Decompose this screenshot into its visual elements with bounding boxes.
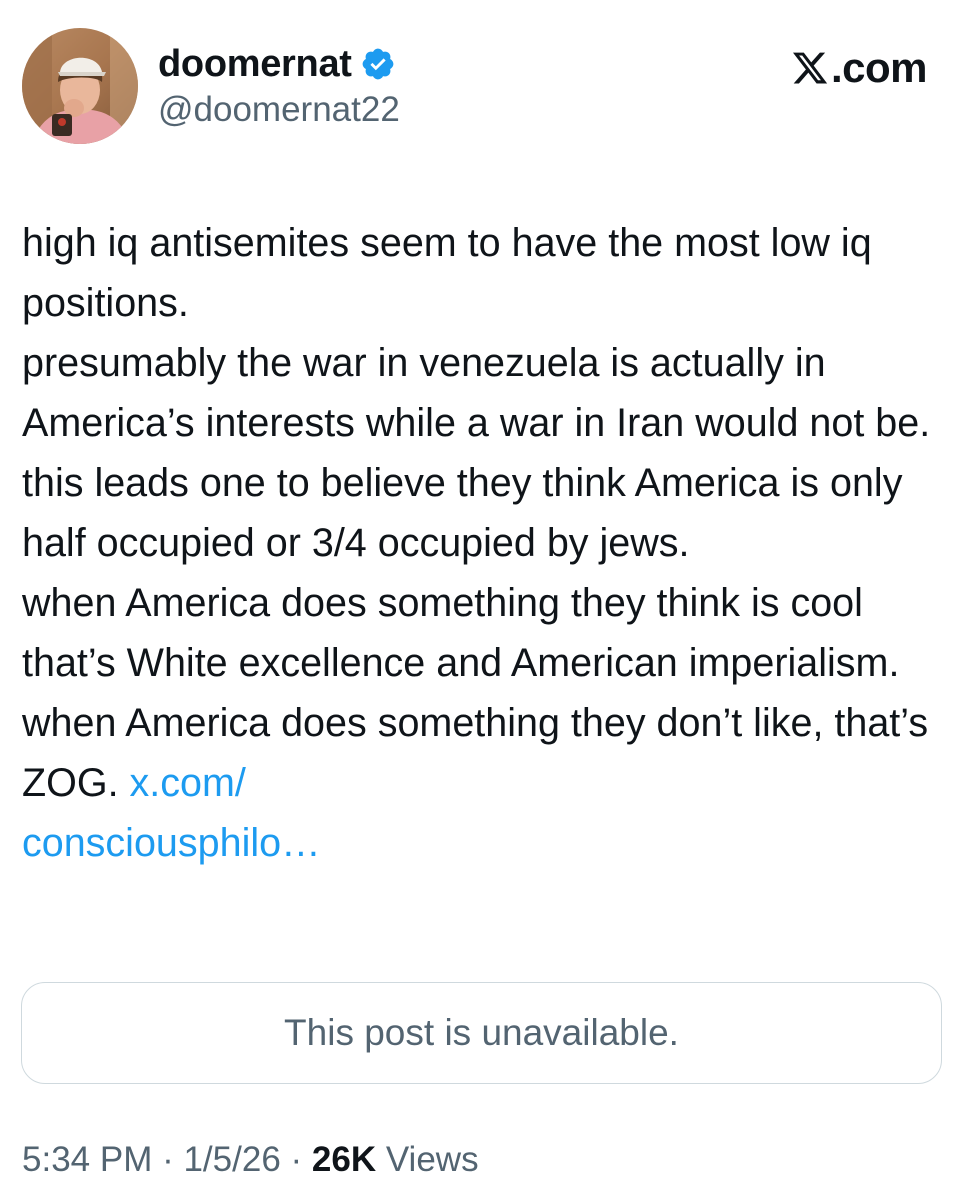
tweet-text: high iq antisemites seem to have the mos…	[22, 213, 947, 873]
avatar-photo-icon	[22, 28, 138, 144]
post-time[interactable]: 5:34 PM	[22, 1140, 152, 1179]
tweet-paragraph: high iq antisemites seem to have the mos…	[22, 221, 872, 325]
quoted-link-part1[interactable]: x.com/	[130, 761, 246, 805]
tweet-paragraph: presumably the war in venezuela is actua…	[22, 341, 931, 565]
x-logo-icon	[791, 49, 829, 87]
quoted-post-card[interactable]: This post is unavailable.	[21, 982, 942, 1084]
author-info: doomernat @doomernat22	[158, 40, 400, 130]
views-label: Views	[376, 1140, 479, 1179]
tweet-header: doomernat @doomernat22 .com	[0, 0, 965, 160]
display-name-row: doomernat	[158, 40, 400, 88]
quoted-link-part2[interactable]: consciousphilo…	[22, 821, 321, 865]
separator: ·	[152, 1140, 184, 1179]
tweet-paragraph: when America does something they think i…	[22, 573, 947, 873]
post-date[interactable]: 1/5/26	[183, 1140, 280, 1179]
brand-watermark: .com	[791, 44, 928, 92]
user-handle[interactable]: @doomernat22	[158, 90, 400, 130]
verified-badge-icon[interactable]	[360, 46, 396, 82]
avatar[interactable]	[22, 28, 138, 144]
views-count[interactable]: 26K	[312, 1140, 376, 1179]
unavailable-message: This post is unavailable.	[284, 1012, 679, 1053]
display-name[interactable]: doomernat	[158, 43, 352, 86]
separator: ·	[280, 1140, 312, 1179]
brand-text: .com	[830, 44, 928, 91]
tweet-metadata: 5:34 PM · 1/5/26 · 26K Views	[22, 1140, 479, 1180]
